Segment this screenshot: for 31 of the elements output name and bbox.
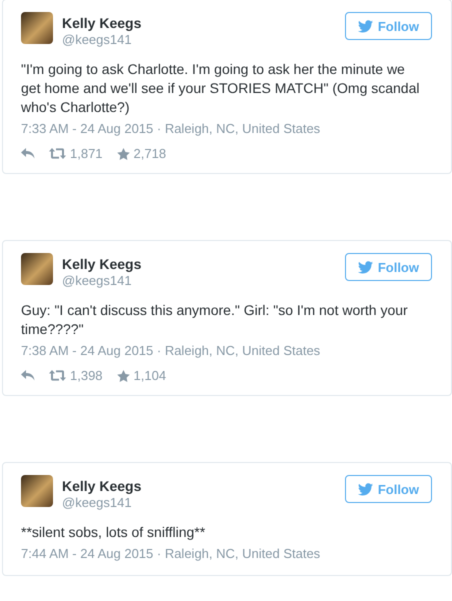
reply-icon[interactable] xyxy=(21,370,35,381)
avatar-photo-placeholder xyxy=(21,253,53,285)
user-handle: @keegs141 xyxy=(62,32,133,48)
user-handle: @keegs141 xyxy=(62,273,133,289)
user-name: Kelly Keegs xyxy=(62,15,142,32)
tweet-text: Guy: "I can't discuss this anymore." Girl: "so I'm not worth your time????" xyxy=(21,301,409,339)
user-handle: @keegs141 xyxy=(62,495,133,511)
reply-icon[interactable] xyxy=(21,148,35,159)
user-name: Kelly Keegs xyxy=(62,256,142,273)
user-name: Kelly Keegs xyxy=(62,478,142,495)
bird-icon xyxy=(358,20,373,32)
star-icon[interactable] xyxy=(116,370,130,382)
tweet-timestamp[interactable]: 7:33 AM - 24 Aug 2015 · Raleigh, NC, United States xyxy=(21,120,432,138)
tweet-text: **silent sobs, lots of sniffling** xyxy=(21,523,206,542)
tweet-timestamp[interactable]: 7:38 AM - 24 Aug 2015 · Raleigh, NC, United States xyxy=(21,342,432,360)
favorite-count: 1,104 xyxy=(134,368,166,383)
retweet-icon[interactable] xyxy=(49,148,66,159)
follow-button[interactable]: Follow xyxy=(344,253,432,281)
avatar-photo-placeholder xyxy=(21,12,53,44)
retweet-count: 1,398 xyxy=(70,368,103,383)
avatar-photo-placeholder xyxy=(21,475,53,507)
tweet-text: "I'm going to ask Charlotte. I'm going to ask her the minute we get home and we'll see if your STORIES MATCH" (Omg scandal who's Charlotte?) xyxy=(21,60,420,117)
follow-button[interactable]: Follow xyxy=(344,475,432,503)
bird-icon xyxy=(358,260,373,274)
retweet-icon[interactable] xyxy=(49,370,66,381)
tweet-timestamp[interactable]: 7:44 AM - 24 Aug 2015 · Raleigh, NC, United States xyxy=(21,545,432,563)
favorite-count: 2,718 xyxy=(134,146,166,161)
star-icon[interactable] xyxy=(116,148,130,160)
bird-icon xyxy=(358,482,373,496)
retweet-count: 1,871 xyxy=(70,146,103,161)
follow-button[interactable]: Follow xyxy=(344,12,432,40)
